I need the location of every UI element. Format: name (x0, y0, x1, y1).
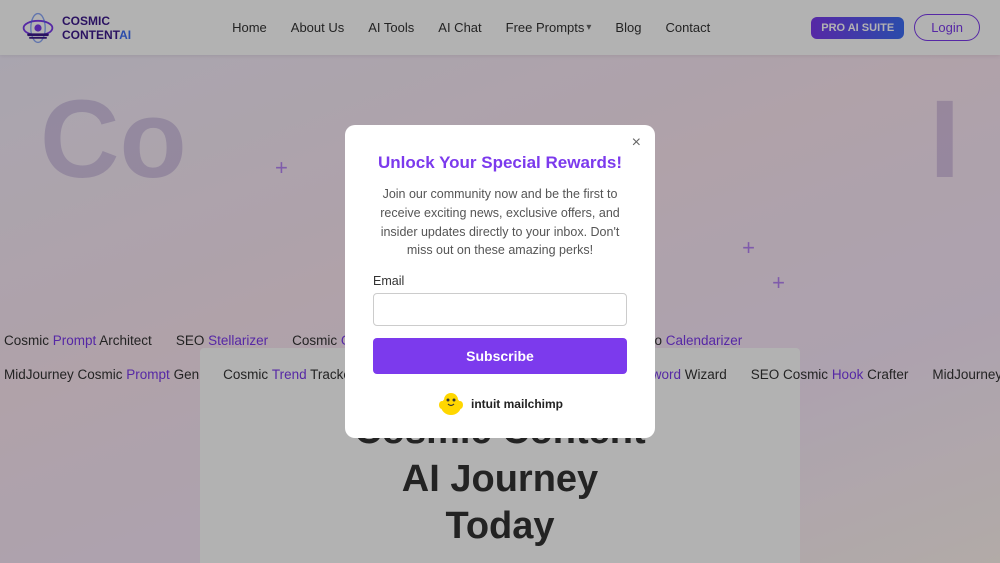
mailchimp-text: intuit mailchimp (471, 397, 563, 411)
modal-body-text: Join our community now and be the first … (373, 185, 627, 260)
modal-close-button[interactable]: × (632, 135, 641, 151)
subscribe-button[interactable]: Subscribe (373, 338, 627, 374)
email-label: Email (373, 274, 627, 288)
modal-overlay[interactable]: × Unlock Your Special Rewards! Join our … (0, 55, 1000, 563)
page-content: Co I + + + Cosmic Prompt Architect SEO S… (0, 55, 1000, 563)
modal-title: Unlock Your Special Rewards! (373, 153, 627, 173)
mailchimp-logo: intuit mailchimp (373, 390, 627, 418)
modal-signup: × Unlock Your Special Rewards! Join our … (345, 125, 655, 438)
email-input[interactable] (373, 293, 627, 326)
mailchimp-icon (437, 390, 465, 418)
